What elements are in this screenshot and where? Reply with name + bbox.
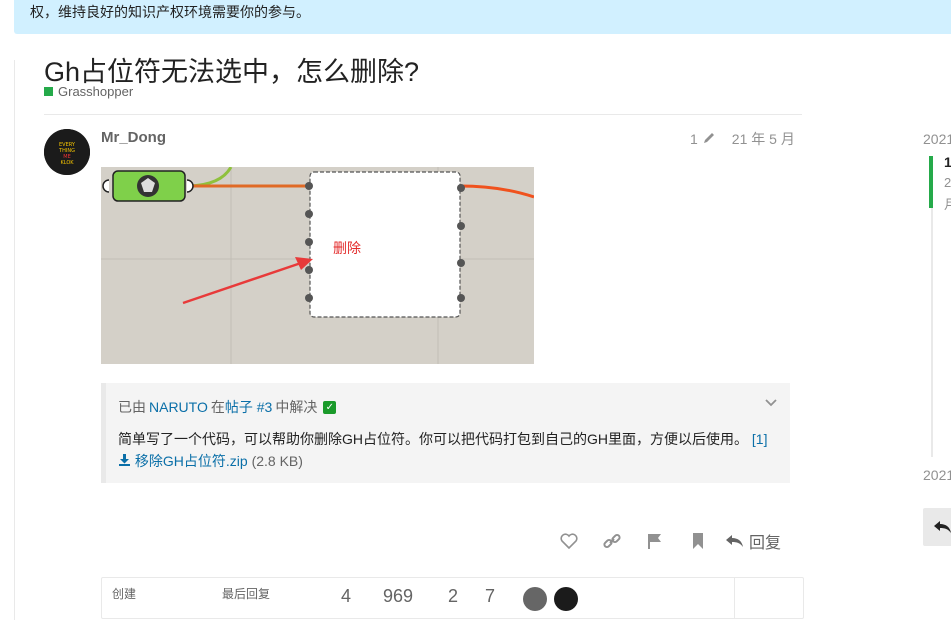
timeline-start-date[interactable]: 2021 [923, 131, 951, 147]
solved-suffix: 中解决 [275, 399, 318, 415]
pencil-icon[interactable] [702, 131, 716, 148]
delete-annotation: 删除 [333, 241, 361, 257]
reply-icon [726, 535, 743, 547]
solved-header: 已由 NARUTO 在 帖子 #3 中解决 ✓ [118, 397, 337, 417]
post-date[interactable]: 21 年 5 月 [732, 129, 795, 149]
accepted-answer-box: 已由 NARUTO 在 帖子 #3 中解决 ✓ 简单写了一个代码，可以帮助你删除… [101, 383, 790, 483]
flag-icon [648, 534, 661, 549]
edit-count[interactable]: 1 [690, 131, 698, 147]
post-link[interactable]: 帖子 #3 [225, 397, 272, 417]
post-username[interactable]: Mr_Dong [101, 129, 166, 146]
timeline-end-date[interactable]: 2021 [923, 467, 951, 483]
solver-link[interactable]: NARUTO [149, 399, 208, 415]
bookmark-icon [693, 533, 703, 549]
flag-button[interactable] [642, 528, 668, 554]
banner-text: 权，维持良好的知识产权环境需要你的参与。 [30, 4, 310, 20]
link-icon [603, 533, 621, 549]
grasshopper-screenshot[interactable]: 删除 [101, 167, 534, 364]
created-label: 创建 [112, 587, 137, 601]
announcement-banner: 权，维持良好的知识产权环境需要你的参与。 [14, 0, 951, 34]
solution-excerpt: 简单写了一个代码，可以帮助你删除GH占位符。你可以把代码打包到自己的GH里面，方… [118, 428, 768, 472]
solution-text: 简单写了一个代码，可以帮助你删除GH占位符。你可以把代码打包到自己的GH里面，方… [118, 431, 748, 447]
reply-label: 回复 [749, 535, 782, 552]
timeline-sub-1: 2 [944, 175, 951, 190]
share-link-button[interactable] [599, 528, 625, 554]
solved-prefix: 已由 [118, 399, 146, 415]
post-actions: 回复 [556, 528, 781, 554]
stats-divider [734, 578, 735, 618]
topic-map: 创建 最后回复 4 969 2 7 [101, 577, 804, 619]
heart-icon [560, 533, 578, 549]
last-reply-label: 最后回复 [222, 587, 271, 601]
category-color-swatch [44, 87, 53, 96]
participant-avatar[interactable] [523, 587, 547, 611]
reply-icon [934, 521, 951, 533]
timeline-sub-2: 月 [944, 197, 951, 212]
solved-mid: 在 [210, 399, 225, 415]
like-button[interactable] [556, 528, 582, 554]
quote-bar [101, 383, 106, 483]
avatar[interactable]: EVERY THING ME KLOK [44, 129, 90, 175]
category-badge[interactable]: Grasshopper [44, 84, 133, 99]
left-divider [14, 60, 15, 620]
reply-button[interactable]: 回复 [725, 529, 781, 553]
category-name: Grasshopper [58, 84, 134, 99]
chevron-down-icon[interactable] [764, 395, 778, 409]
avatar-line-4: KLOK [60, 160, 74, 166]
title-divider [44, 114, 802, 115]
timeline-position: 1 [944, 154, 951, 170]
download-icon[interactable] [118, 453, 135, 469]
bookmark-button[interactable] [685, 528, 711, 554]
post-meta: 1 21 年 5 月 [690, 129, 795, 149]
footnote-link[interactable]: [1] [752, 431, 768, 447]
attachment-size: (2.8 KB) [251, 453, 303, 469]
participant-avatar[interactable] [554, 587, 578, 611]
check-icon: ✓ [323, 400, 337, 414]
attachment-link[interactable]: 移除GH占位符.zip [135, 453, 248, 469]
timeline-handle[interactable] [929, 156, 933, 208]
timeline-reply-button[interactable] [923, 508, 951, 546]
